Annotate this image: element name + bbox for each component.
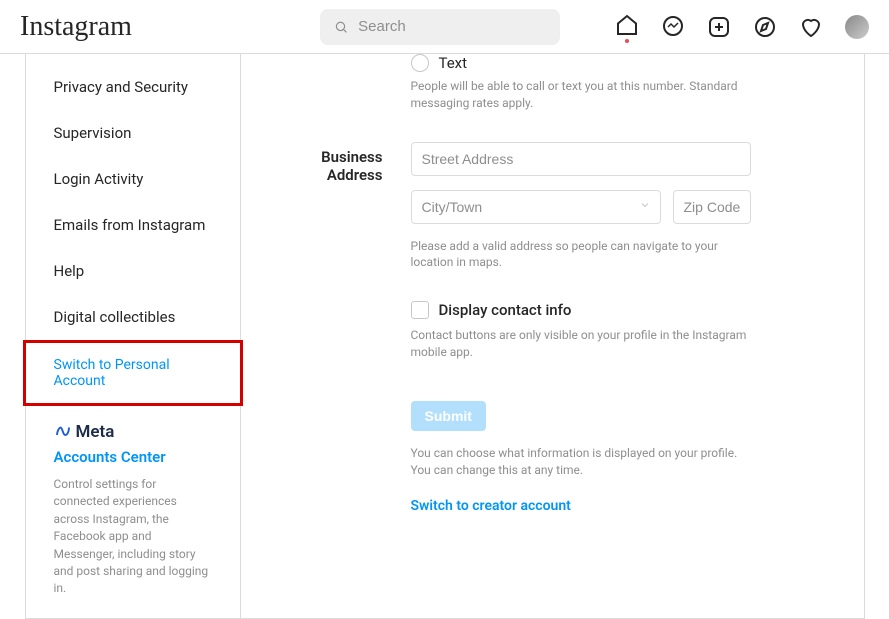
explore-icon[interactable] xyxy=(753,15,777,39)
sidebar-item-supervision[interactable]: Supervision xyxy=(26,110,240,156)
display-contact-label: Display contact info xyxy=(439,301,572,319)
search-box[interactable] xyxy=(320,9,560,45)
display-contact-hint: Contact buttons are only visible on your… xyxy=(411,327,751,361)
home-icon[interactable] xyxy=(615,13,639,37)
notification-dot xyxy=(625,39,629,43)
business-address-label: Business Address xyxy=(271,142,411,272)
avatar[interactable] xyxy=(845,15,869,39)
sidebar-item-login-activity[interactable]: Login Activity xyxy=(26,156,240,202)
switch-creator-link[interactable]: Switch to creator account xyxy=(411,498,571,514)
meta-brand-text: Meta xyxy=(76,422,115,442)
activity-icon[interactable] xyxy=(799,15,823,39)
address-hint: Please add a valid address so people can… xyxy=(411,238,751,272)
highlight-annotation: Switch to Personal Account xyxy=(23,340,243,406)
settings-sidebar: Privacy and Security Supervision Login A… xyxy=(26,54,241,618)
search-input[interactable] xyxy=(358,18,546,35)
sidebar-item-help[interactable]: Help xyxy=(26,248,240,294)
radio-text-label: Text xyxy=(439,54,468,72)
street-address-input[interactable] xyxy=(411,142,751,176)
search-icon xyxy=(334,19,348,35)
submit-hint: You can choose what information is displ… xyxy=(411,445,751,479)
meta-description: Control settings for connected experienc… xyxy=(54,476,212,598)
display-contact-checkbox[interactable] xyxy=(411,301,429,319)
sidebar-item-digital-collectibles[interactable]: Digital collectibles xyxy=(26,294,240,340)
zip-code-input[interactable] xyxy=(673,190,751,224)
meta-logo: Meta xyxy=(54,422,212,442)
new-post-icon[interactable] xyxy=(707,15,731,39)
sidebar-item-privacy[interactable]: Privacy and Security xyxy=(26,64,240,110)
text-hint: People will be able to call or text you … xyxy=(411,78,751,112)
messenger-icon[interactable] xyxy=(661,15,685,39)
city-town-select[interactable] xyxy=(411,190,661,224)
accounts-center-link[interactable]: Accounts Center xyxy=(54,448,212,466)
submit-button[interactable]: Submit xyxy=(411,401,486,431)
sidebar-item-emails[interactable]: Emails from Instagram xyxy=(26,202,240,248)
radio-text[interactable] xyxy=(411,54,429,72)
logo[interactable]: Instagram xyxy=(20,11,320,43)
sidebar-switch-personal[interactable]: Switch to Personal Account xyxy=(26,343,240,403)
